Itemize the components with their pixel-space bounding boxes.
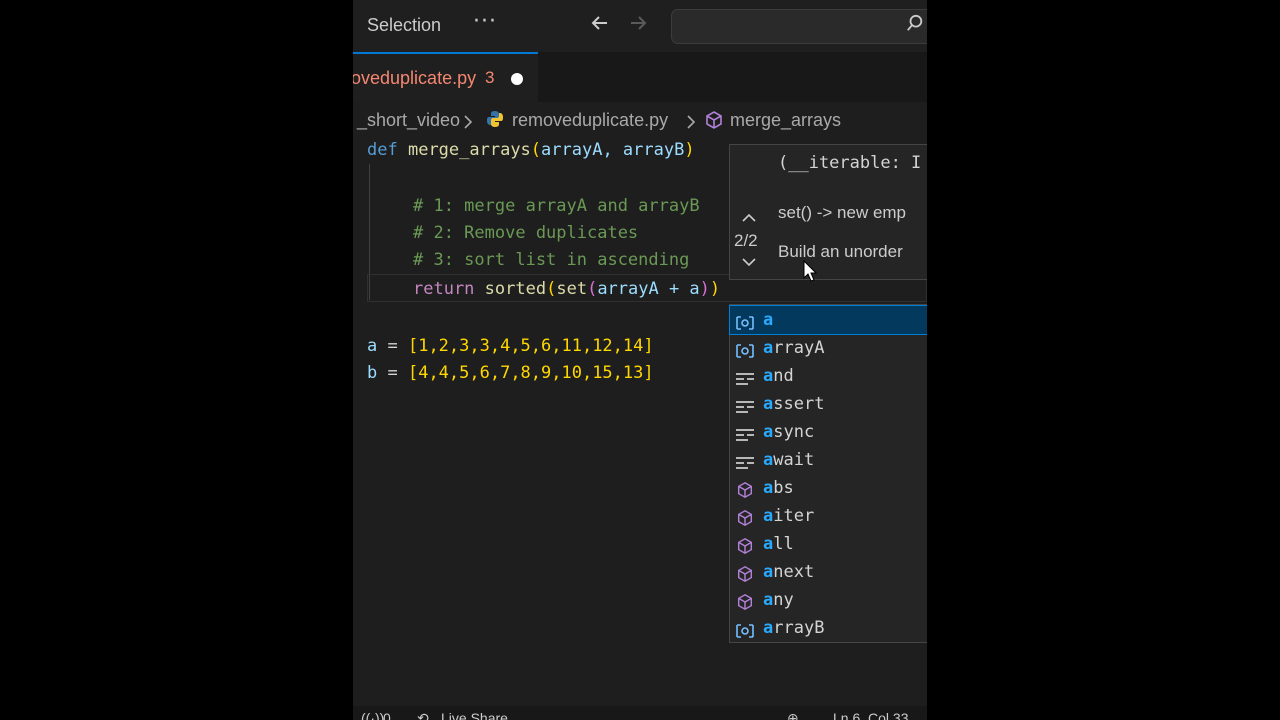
suggestion-label: arrayA (763, 338, 825, 358)
liveshare-icon[interactable]: ⟲ (417, 710, 429, 720)
suggestion-item[interactable]: anext (730, 558, 927, 586)
code-comment-3: # 3: sort list in ascending (413, 250, 690, 270)
suggestion-item[interactable]: arrayA (730, 334, 927, 362)
suggestion-label: any (763, 590, 794, 610)
suggestion-item[interactable]: abs (730, 474, 927, 502)
keyword-icon (735, 368, 755, 385)
suggestion-item[interactable]: any (730, 586, 927, 614)
suggestion-item[interactable]: a (729, 305, 927, 335)
breadcrumb: _short_video removeduplicate.py merge_ar… (353, 106, 927, 134)
command-center-search[interactable] (671, 9, 927, 44)
method-icon (735, 480, 755, 499)
editor-window: Selection ··· oveduplicate.py 3 _short_v… (353, 0, 927, 720)
ports-count[interactable]: 0 (383, 710, 391, 720)
suggestion-label: abs (763, 478, 794, 498)
title-bar: Selection ··· (353, 0, 927, 52)
overload-count: 2/2 (734, 231, 758, 250)
suggestion-label: a (763, 310, 774, 330)
keyword-icon (735, 424, 755, 441)
keyword-icon (735, 452, 755, 469)
chevron-down-icon[interactable] (742, 255, 756, 271)
breadcrumb-symbol[interactable]: merge_arrays (730, 110, 841, 131)
parameter-hint-widget: (__iterable: I 2/2 set() -> new emp Buil… (729, 144, 927, 280)
suggestion-item[interactable]: all (730, 530, 927, 558)
suggestion-label: async (763, 422, 815, 442)
status-bar: ((·)) 0 ⟲ Live Share ⊕ Ln 6, Col 33 (353, 706, 927, 720)
breadcrumb-folder[interactable]: _short_video (357, 110, 460, 131)
suggestion-item[interactable]: await (730, 446, 927, 474)
variable-icon (735, 620, 755, 638)
ports-icon[interactable]: ((·)) (361, 710, 384, 720)
suggestion-item[interactable]: assert (730, 390, 927, 418)
code-comment-1: # 1: merge arrayA and arrayB (413, 196, 700, 216)
suggestion-label: and (763, 366, 794, 386)
signature-text: (__iterable: I (778, 153, 922, 173)
suggestion-item[interactable]: and (730, 362, 927, 390)
chevron-up-icon[interactable] (742, 211, 756, 227)
unsaved-dot-icon[interactable] (511, 73, 523, 85)
suggestion-widget: a arrayA and assert async await abs aiter all ane… (729, 304, 927, 643)
tab-removeduplicate[interactable]: oveduplicate.py 3 (353, 52, 538, 102)
code-line-a: a = [1,2,3,3,4,5,6,11,12,14] (367, 336, 654, 356)
suggestion-label: all (763, 534, 794, 554)
suggestion-item[interactable]: arrayB (730, 614, 927, 642)
suggestion-item[interactable]: aiter (730, 502, 927, 530)
chevron-right-icon (686, 113, 696, 134)
suggestion-label: anext (763, 562, 815, 582)
method-icon (735, 536, 755, 555)
tab-bar: oveduplicate.py 3 (353, 52, 927, 102)
code-comment-2: # 2: Remove duplicates (413, 223, 639, 243)
forward-arrow-icon[interactable] (627, 12, 649, 40)
method-icon (735, 592, 755, 611)
signature-doc-line-2: Build an unorder (778, 242, 903, 261)
suggestion-item[interactable]: async (730, 418, 927, 446)
code-line-1: def merge_arrays(arrayA, arrayB) (367, 140, 695, 160)
suggestion-label: aiter (763, 506, 815, 526)
menu-selection[interactable]: Selection (367, 15, 441, 36)
search-icon (907, 14, 923, 31)
variable-icon (735, 340, 755, 358)
signature-doc-line-1: set() -> new emp (778, 203, 907, 222)
method-icon (735, 508, 755, 527)
symbol-method-icon (704, 110, 724, 135)
keyword-icon (735, 396, 755, 413)
back-arrow-icon[interactable] (589, 12, 611, 40)
tab-label: oveduplicate.py (353, 68, 477, 88)
liveshare-button[interactable]: Live Share (441, 710, 508, 720)
cursor-position[interactable]: Ln 6, Col 33 (833, 710, 909, 720)
suggestion-label: assert (763, 394, 825, 414)
method-icon (735, 564, 755, 583)
zoom-icon[interactable]: ⊕ (787, 710, 799, 720)
code-line-b: b = [4,4,5,6,7,8,9,10,15,13] (367, 363, 654, 383)
problem-count: 3 (485, 68, 495, 87)
mouse-pointer-icon (803, 260, 817, 282)
suggestion-label: await (763, 450, 815, 470)
more-menu-icon[interactable]: ··· (473, 9, 497, 34)
python-icon (486, 110, 504, 133)
chevron-right-icon (463, 113, 473, 134)
breadcrumb-file[interactable]: removeduplicate.py (512, 110, 668, 131)
suggestion-label: arrayB (763, 618, 825, 638)
variable-icon (735, 312, 755, 330)
